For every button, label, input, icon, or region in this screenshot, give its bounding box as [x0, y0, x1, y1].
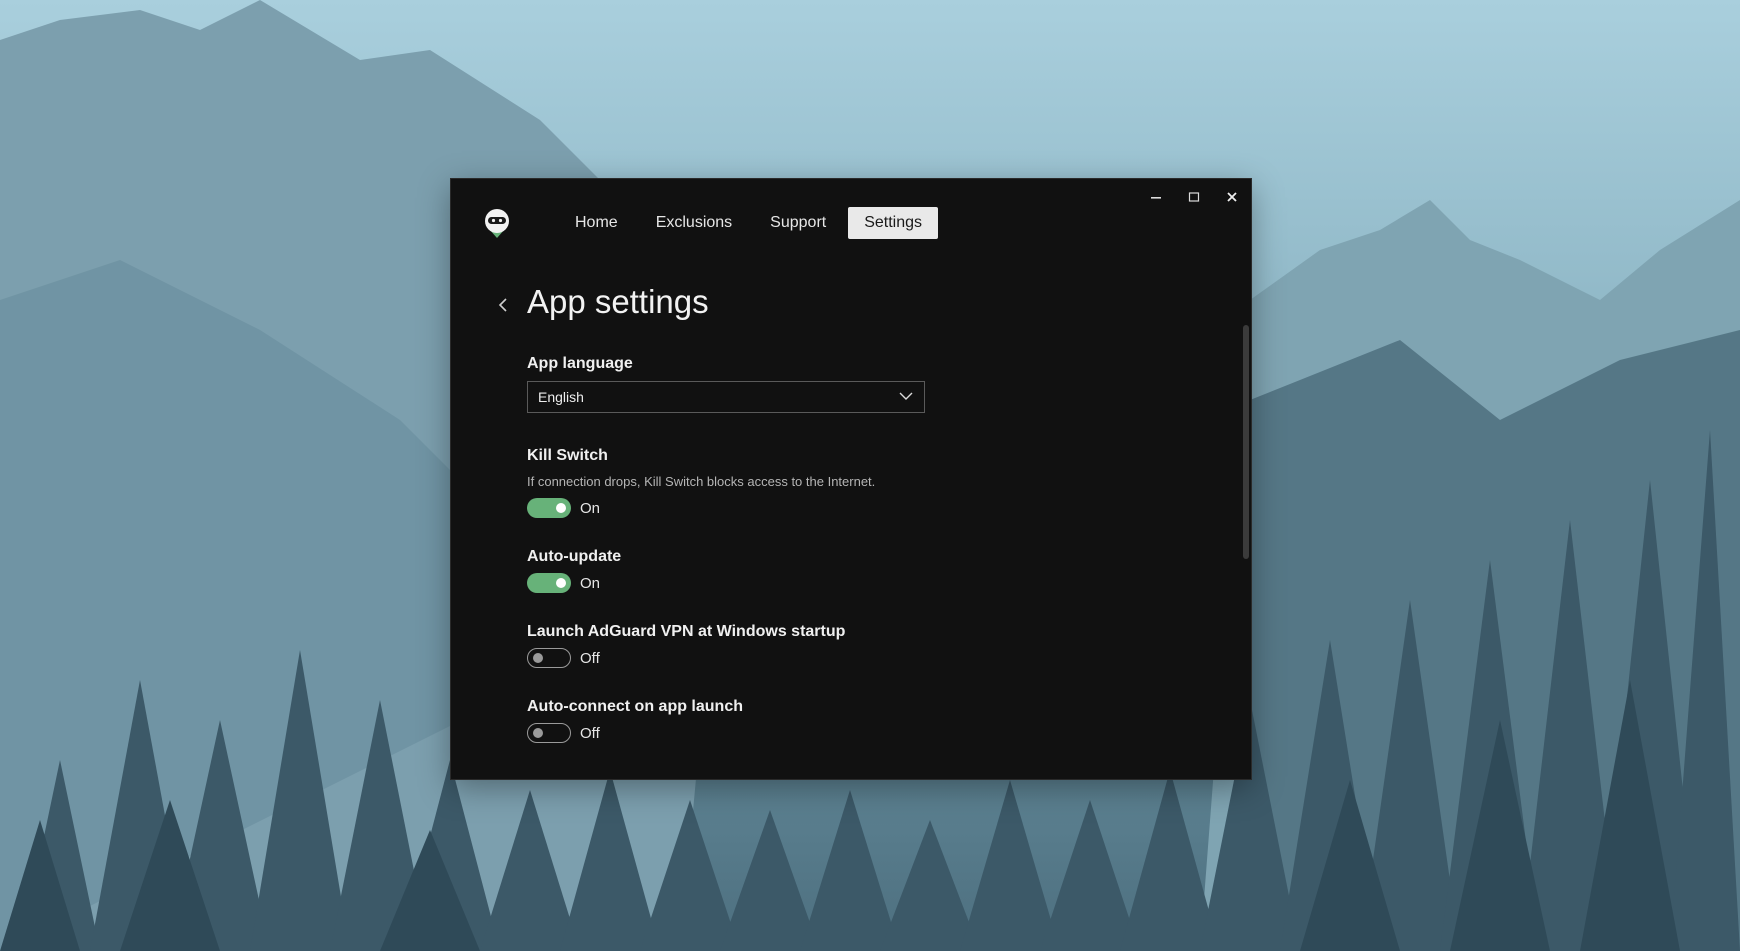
auto-connect-toggle-row: Off — [527, 722, 1207, 744]
language-setting: App language English — [527, 355, 1207, 413]
launch-startup-state: Off — [580, 649, 600, 667]
launch-startup-toggle-row: Off — [527, 647, 1207, 669]
language-value: English — [538, 389, 584, 405]
kill-switch-toggle[interactable] — [527, 498, 571, 518]
logo-icon — [481, 205, 513, 241]
maximize-icon[interactable] — [1175, 179, 1213, 215]
kill-switch-toggle-row: On — [527, 497, 1207, 519]
kill-switch-description: If connection drops, Kill Switch blocks … — [527, 474, 876, 489]
language-label: App language — [527, 355, 633, 372]
minimize-icon[interactable] — [1137, 179, 1175, 215]
tab-home[interactable]: Home — [559, 207, 634, 239]
page-title: App settings — [527, 283, 709, 320]
kill-switch-setting: Kill Switch If connection drops, Kill Sw… — [527, 447, 1207, 519]
auto-update-label: Auto-update — [527, 548, 622, 565]
auto-connect-setting: Auto-connect on app launch Off — [527, 698, 1207, 744]
launch-startup-label: Launch AdGuard VPN at Windows startup — [527, 623, 846, 640]
close-icon[interactable] — [1213, 179, 1251, 215]
main-nav: Home Exclusions Support Settings — [559, 207, 939, 239]
kill-switch-state: On — [580, 499, 601, 517]
settings-list: App language English Kill Switch If conn… — [527, 355, 1207, 744]
launch-startup-setting: Launch AdGuard VPN at Windows startup Of… — [527, 623, 1207, 669]
back-arrow-icon[interactable] — [491, 293, 515, 317]
launch-startup-toggle[interactable] — [527, 648, 571, 668]
kill-switch-label: Kill Switch — [527, 447, 608, 464]
scrollbar-thumb[interactable] — [1243, 325, 1249, 559]
tab-exclusions[interactable]: Exclusions — [640, 207, 748, 239]
chevron-down-icon — [898, 388, 914, 407]
auto-connect-toggle[interactable] — [527, 723, 571, 743]
auto-connect-label: Auto-connect on app launch — [527, 698, 743, 715]
window-controls — [1137, 179, 1251, 215]
app-window: Home Exclusions Support Settings App set… — [451, 179, 1251, 779]
auto-update-toggle[interactable] — [527, 573, 571, 593]
language-select[interactable]: English — [527, 381, 925, 413]
auto-update-toggle-row: On — [527, 572, 1207, 594]
tab-support[interactable]: Support — [754, 207, 842, 239]
auto-connect-state: Off — [580, 724, 600, 742]
tab-settings[interactable]: Settings — [848, 207, 939, 239]
auto-update-setting: Auto-update On — [527, 548, 1207, 594]
auto-update-state: On — [580, 574, 601, 592]
